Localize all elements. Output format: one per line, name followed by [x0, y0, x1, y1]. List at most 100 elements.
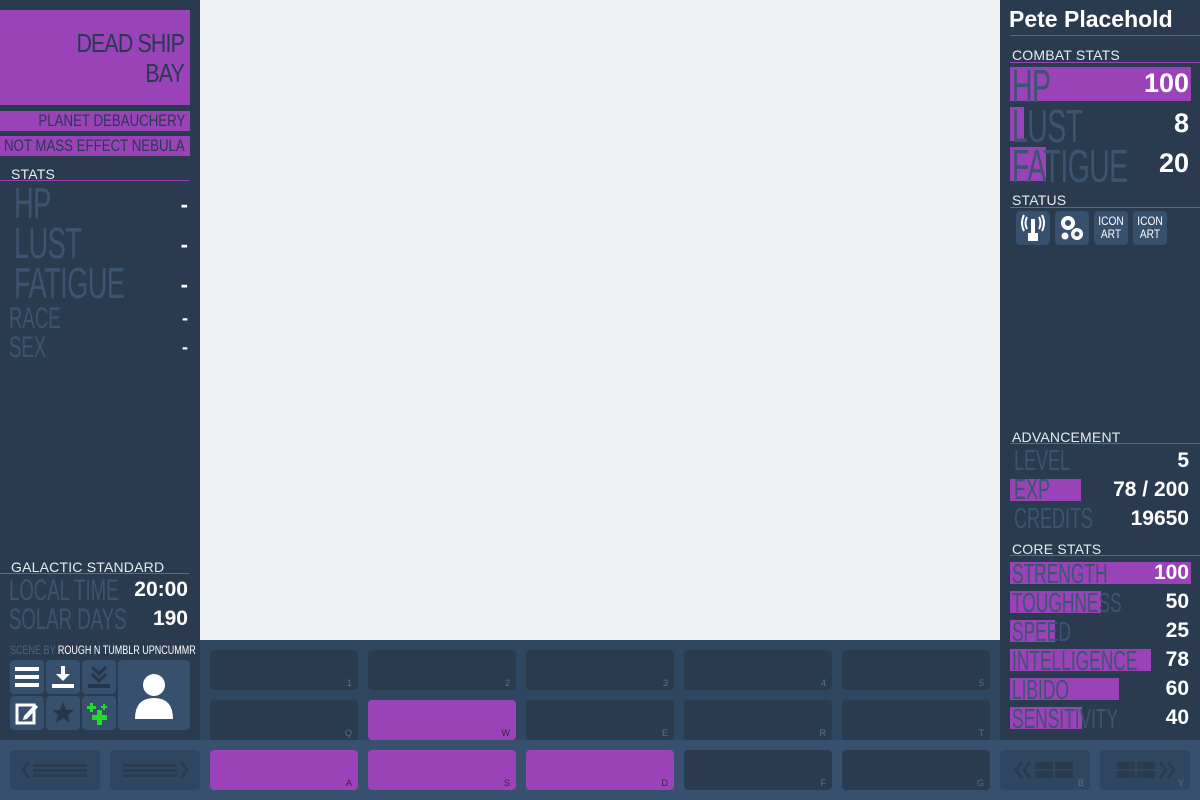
local-time-label: LOCAL TIME — [9, 574, 119, 607]
solar-days-value: 190 — [152, 607, 188, 630]
hotkey-label: D — [661, 778, 669, 788]
save-icon — [52, 666, 74, 688]
exp-label: EXP — [1014, 474, 1050, 506]
libido-label: LIBIDO — [1012, 674, 1069, 705]
action-button-t[interactable]: T — [842, 700, 990, 740]
hotkey-label: 3 — [662, 678, 668, 688]
radio-signal-icon — [1021, 214, 1045, 241]
exp-value: 78 / 200 — [1113, 478, 1189, 501]
action-button-g[interactable]: G — [842, 750, 990, 790]
enemy-hp-value: - — [180, 192, 188, 217]
enemy-sex-value: - — [182, 337, 188, 357]
bubbles-icon — [1061, 216, 1083, 240]
scene-credit: SCENE BY ROUGH N TUMBLR UPNCUMMR — [10, 643, 196, 657]
status-effect-2[interactable] — [1055, 211, 1089, 245]
character-icon — [135, 674, 173, 719]
action-button-r[interactable]: R — [684, 700, 832, 740]
menu-button[interactable] — [10, 660, 44, 694]
enemy-race-value: - — [182, 308, 188, 328]
hotkey-label: T — [978, 728, 985, 738]
credit-prefix: SCENE BY — [10, 643, 56, 657]
hotkey-label: 5 — [978, 678, 984, 688]
hotkey-label: R — [819, 728, 827, 738]
scroll-down-button[interactable] — [110, 750, 200, 790]
action-button-2[interactable]: 2 — [368, 650, 516, 690]
hotkey-label: Y — [1177, 778, 1184, 788]
enemy-race-label: RACE — [9, 302, 61, 335]
toughness-value: 50 — [1165, 590, 1189, 613]
action-button-q[interactable]: Q — [210, 700, 358, 740]
favorite-button[interactable] — [46, 696, 80, 730]
enemy-lust-value: - — [180, 232, 188, 257]
double-chevron-left-icon — [1014, 761, 1073, 779]
hotkey-label: 2 — [504, 678, 510, 688]
system-bar: NOT MASS EFFECT NEBULA — [0, 136, 190, 156]
right-sidebar: Pete Placehold COMBAT STATS HP 100 LUST … — [1000, 0, 1200, 740]
room-name: DEAD SHIP BAY — [76, 28, 184, 88]
credit-author: ROUGH N TUMBLR UPNCUMMR — [57, 643, 196, 657]
toughness-label: TOUGHNESS — [1012, 587, 1122, 618]
hotkey-label: A — [345, 778, 352, 788]
action-button-f[interactable]: F — [684, 750, 832, 790]
fatigue-value: 20 — [1158, 148, 1189, 178]
action-button-4[interactable]: 4 — [684, 650, 832, 690]
strength-value: 100 — [1153, 561, 1189, 584]
strength-label: STRENGTH — [1012, 558, 1108, 589]
status-effect-4[interactable]: ICON ART — [1133, 211, 1167, 245]
status-effect-3[interactable]: ICON ART — [1094, 211, 1128, 245]
action-button-d[interactable]: D — [526, 750, 674, 790]
prev-page-button[interactable]: B — [1000, 750, 1090, 790]
speed-value: 25 — [1165, 619, 1189, 642]
divider — [1010, 555, 1200, 556]
hotkey-label: G — [976, 778, 984, 788]
hotkey-label: Q — [344, 728, 352, 738]
enemy-fatigue-value: - — [180, 272, 188, 297]
double-chevron-right-icon — [1117, 761, 1176, 779]
scroll-forward-icon — [123, 761, 189, 779]
sensitivity-value: 40 — [1165, 706, 1189, 729]
status-effect-1[interactable] — [1016, 211, 1050, 245]
left-sidebar: DEAD SHIP BAY PLANET DEBAUCHERY NOT MASS… — [0, 0, 200, 740]
main-text-view — [200, 0, 1000, 640]
level-label: LEVEL — [1014, 445, 1070, 477]
edit-button[interactable] — [10, 696, 44, 730]
planet-bar: PLANET DEBAUCHERY — [0, 111, 190, 131]
level-up-button[interactable] — [82, 696, 116, 730]
local-time-value: 20:00 — [134, 578, 188, 601]
room-title-box: DEAD SHIP BAY — [0, 10, 190, 105]
placeholder-icon: ICON ART — [1137, 214, 1163, 241]
scroll-up-button[interactable] — [10, 750, 100, 790]
enemy-sex-label: SEX — [9, 331, 47, 364]
placeholder-icon: ICON ART — [1098, 214, 1124, 241]
hotkey-label: S — [503, 778, 510, 788]
hotkey-label: F — [820, 778, 827, 788]
action-button-w[interactable]: W — [368, 700, 516, 740]
divider — [1010, 207, 1200, 208]
sensitivity-label: SENSITIVITY — [1012, 703, 1119, 734]
action-button-1[interactable]: 1 — [210, 650, 358, 690]
hotkey-label: 4 — [820, 678, 826, 688]
status-header: STATUS — [1012, 192, 1067, 208]
action-button-a[interactable]: A — [210, 750, 358, 790]
star-icon — [52, 702, 74, 723]
action-button-s[interactable]: S — [368, 750, 516, 790]
level-up-icon — [87, 703, 107, 725]
libido-value: 60 — [1165, 677, 1189, 700]
credits-value: 19650 — [1130, 507, 1189, 530]
speed-label: SPEED — [1012, 616, 1071, 647]
scroll-back-icon — [21, 761, 87, 779]
credits-label: CREDITS — [1014, 503, 1093, 535]
action-button-e[interactable]: E — [526, 700, 674, 740]
hotkey-label: W — [501, 728, 511, 738]
character-name: Pete Placehold — [1009, 6, 1173, 32]
action-button-5[interactable]: 5 — [842, 650, 990, 690]
lust-value: 8 — [1173, 108, 1189, 138]
character-button[interactable] — [118, 660, 190, 730]
next-page-button[interactable]: Y — [1100, 750, 1190, 790]
action-button-3[interactable]: 3 — [526, 650, 674, 690]
planet-name: PLANET DEBAUCHERY — [38, 111, 185, 130]
save-button[interactable] — [46, 660, 80, 694]
load-button[interactable] — [82, 660, 116, 694]
intelligence-label: INTELLIGENCE — [1012, 645, 1138, 676]
enemy-fatigue-label: FATIGUE — [14, 259, 125, 308]
